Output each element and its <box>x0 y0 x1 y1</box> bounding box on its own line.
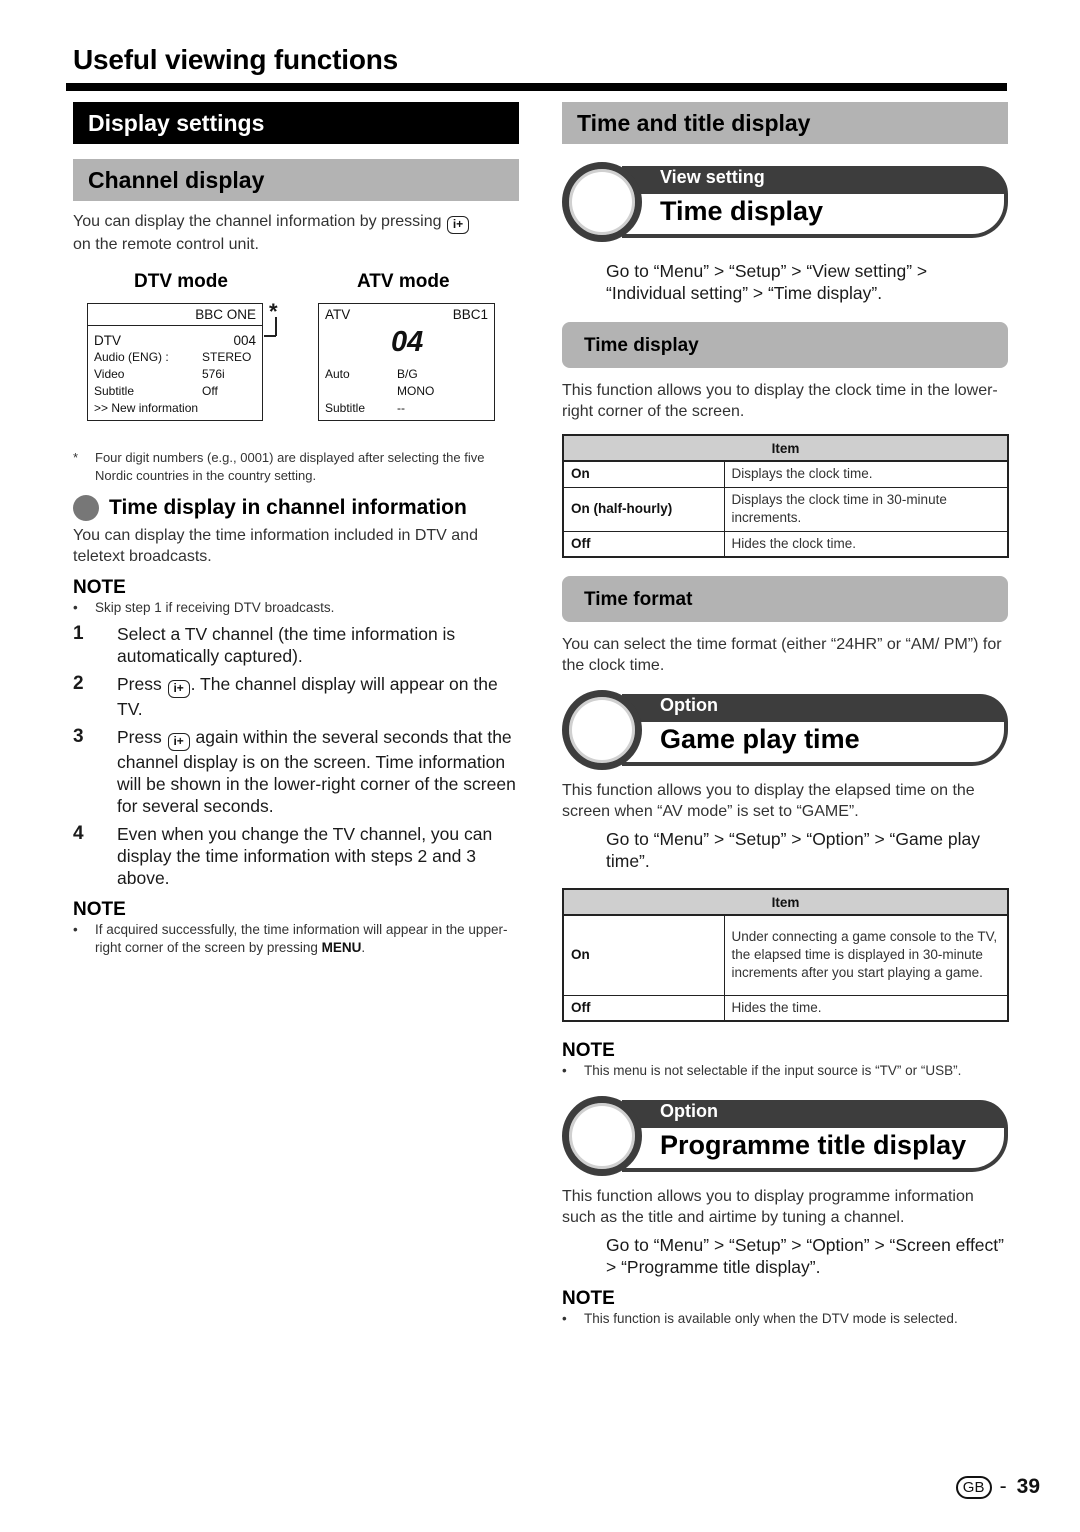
note-heading: NOTE <box>73 899 126 920</box>
step-item: 3 Press i+ again within the several seco… <box>73 726 516 816</box>
step-item: 2 Press i+. The channel display will app… <box>73 673 498 719</box>
header-title: Time display <box>660 196 824 226</box>
header-title: Game play time <box>660 724 860 754</box>
info-button-icon: i+ <box>167 733 190 751</box>
section-title-time-and-title: Time and title display <box>562 102 1008 144</box>
note-item: • Skip step 1 if receiving DTV broadcasts… <box>73 600 335 615</box>
dtv-new-information: >> New information <box>94 401 199 415</box>
step-item: 1 Select a TV channel (the time informat… <box>73 623 456 666</box>
game-play-desc: This function allows you to display the … <box>562 782 975 820</box>
dtv-osd-box: BBC ONE DTV 004 Audio (ENG) : STEREO Vid… <box>87 303 263 421</box>
header-category: View setting <box>660 167 765 187</box>
asterisk-mark: * <box>269 299 278 324</box>
time-display-table: Item On Displays the clock time. On (hal… <box>562 434 1009 558</box>
time-format-desc: You can select the time format (either “… <box>562 636 1002 674</box>
table-row: Off Hides the clock time. <box>562 530 1009 558</box>
atv-row-key: Auto <box>325 367 350 381</box>
atv-channel-number: 04 <box>391 326 424 358</box>
dtv-mode-text: DTV <box>94 333 121 348</box>
table-row: On Displays the clock time. <box>562 460 1009 488</box>
atv-row-value: B/G <box>397 367 418 381</box>
table-header: Item <box>562 434 1009 462</box>
dtv-channel-number: 004 <box>233 333 256 348</box>
header-circle-icon <box>562 690 642 770</box>
table-row: Off Hides the time. <box>562 994 1009 1022</box>
menu-key-label: MENU <box>321 940 362 955</box>
programme-title-desc: This function allows you to display prog… <box>562 1188 974 1226</box>
atv-channel-name: BBC1 <box>452 307 488 322</box>
table-row: On Under connecting a game console to th… <box>562 914 1009 996</box>
bullet-circle-icon <box>73 495 99 521</box>
dtv-row-key: Audio (ENG) : <box>94 350 169 364</box>
section-title-display-settings: Display settings <box>73 102 519 144</box>
info-button-icon: i+ <box>446 216 469 234</box>
header-category: Option <box>660 695 718 715</box>
channel-display-intro: You can display the channel information … <box>73 211 519 255</box>
header-programme-title-display: Option Programme title display <box>562 1096 1008 1176</box>
atv-osd-box: ATV BBC1 04 Auto B/G MONO Subtitle -- <box>318 303 495 421</box>
note-item: • This menu is not selectable if the inpu… <box>562 1063 962 1078</box>
channel-display-examples: DTV mode ATV mode BBC ONE DTV 004 Audio … <box>73 263 519 443</box>
atv-mode-label: ATV mode <box>357 271 450 292</box>
game-play-table: Item On Under connecting a game console … <box>562 888 1009 1022</box>
header-circle-icon <box>562 162 642 242</box>
dtv-row-value: STEREO <box>202 350 252 364</box>
atv-row-key: Subtitle <box>325 401 366 415</box>
step-item: 4 Even when you change the TV channel, y… <box>73 823 493 888</box>
subheading-time-display: Time display <box>562 322 1008 368</box>
dtv-row-value: Off <box>202 384 218 398</box>
header-circle-icon <box>562 1096 642 1176</box>
time-display-desc: This function allows you to display the … <box>562 382 998 420</box>
subsection-title-channel-display: Channel display <box>73 159 519 201</box>
note-item: • If acquired successfully, the time inf… <box>73 922 508 955</box>
header-game-play-time: Option Game play time <box>562 690 1008 770</box>
right-column: Time and title display View setting Time… <box>562 102 1009 1328</box>
menu-path: Go to “Menu” > “Setup” > “Option” > “Scr… <box>606 1235 1004 1277</box>
subheading-time-format: Time format <box>562 576 1008 622</box>
dtv-row-key: Subtitle <box>94 384 135 398</box>
note-heading: NOTE <box>562 1288 615 1309</box>
header-time-display: View setting Time display <box>562 162 1008 242</box>
table-header: Item <box>562 888 1009 916</box>
region-badge-icon: GB <box>955 1475 992 1499</box>
dtv-row-key: Video <box>94 367 125 381</box>
header-category: Option <box>660 1101 718 1121</box>
atv-mode-text: ATV <box>325 307 351 322</box>
page-number: GB - 39 <box>955 1475 1040 1499</box>
steps-list: 1 Select a TV channel (the time informat… <box>73 623 519 889</box>
atv-row-value: MONO <box>397 384 435 398</box>
dtv-channel-name: BBC ONE <box>195 307 256 322</box>
menu-path: Go to “Menu” > “Setup” > “View setting” … <box>606 261 928 303</box>
info-button-icon: i+ <box>167 680 190 698</box>
page-title: Useful viewing functions <box>73 44 399 75</box>
header-title: Programme title display <box>660 1130 967 1160</box>
left-column: Display settings Channel display You can… <box>73 102 519 957</box>
dtv-mode-label: DTV mode <box>134 271 228 292</box>
footnote: * Four digit numbers (e.g., 0001) are di… <box>73 450 485 483</box>
note-item: • This function is available only when th… <box>562 1311 958 1326</box>
time-info-intro: You can display the time information inc… <box>73 527 478 565</box>
title-rule <box>66 83 1007 91</box>
menu-path: Go to “Menu” > “Setup” > “Option” > “Gam… <box>606 829 980 871</box>
atv-row-value: -- <box>397 401 405 415</box>
table-row: On (half-hourly) Displays the clock time… <box>562 486 1009 532</box>
note-heading: NOTE <box>73 577 126 598</box>
time-display-channel-info-heading: Time display in channel information <box>73 495 519 521</box>
note-heading: NOTE <box>562 1040 615 1061</box>
dtv-row-value: 576i <box>202 367 225 381</box>
